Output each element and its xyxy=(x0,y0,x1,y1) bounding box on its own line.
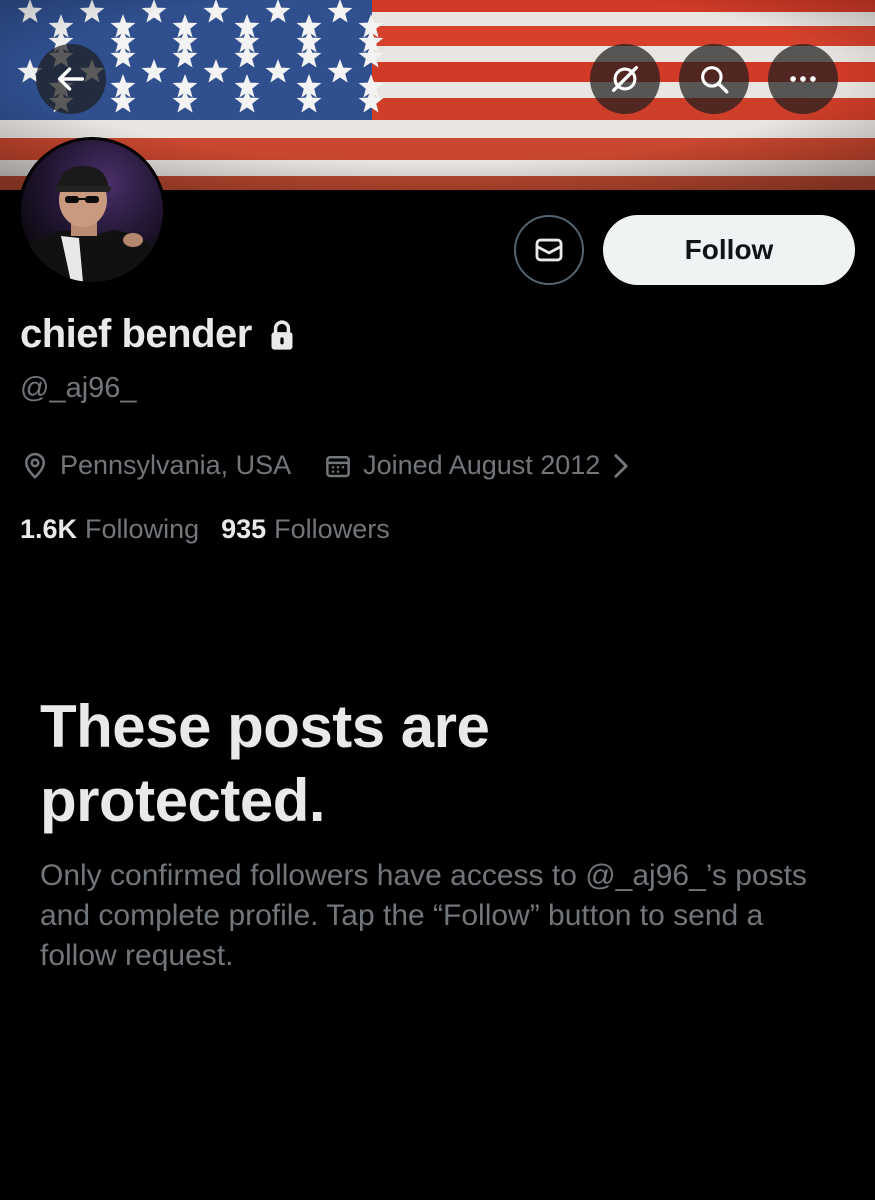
avatar[interactable] xyxy=(18,137,166,285)
chevron-right-icon xyxy=(612,453,630,479)
profile-meta: Pennsylvania, USA Joined August 2012 xyxy=(20,450,630,481)
name-row: chief bender xyxy=(20,312,296,357)
joined-text: Joined August 2012 xyxy=(363,450,601,480)
following-label: Following xyxy=(85,514,200,544)
handle: @_aj96_ xyxy=(20,372,137,404)
more-button[interactable] xyxy=(768,44,838,114)
follow-button[interactable]: Follow xyxy=(603,215,855,285)
joined-date[interactable]: Joined August 2012 xyxy=(323,450,630,481)
search-button[interactable] xyxy=(679,44,749,114)
arrow-left-icon xyxy=(57,67,85,91)
message-button[interactable] xyxy=(514,215,584,285)
following-count: 1.6K xyxy=(20,514,78,544)
followers-label: Followers xyxy=(274,514,390,544)
calendar-icon xyxy=(323,451,353,481)
more-horizontal-icon xyxy=(790,76,816,82)
protected-title: These posts are protected. xyxy=(40,693,490,834)
location: Pennsylvania, USA xyxy=(20,450,291,481)
lock-icon xyxy=(268,318,296,352)
followers-count: 935 xyxy=(221,514,267,544)
location-text: Pennsylvania, USA xyxy=(60,450,292,480)
grok-icon xyxy=(611,65,639,93)
follow-stats: 1.6K Following 935 Followers xyxy=(20,514,390,545)
followers-stat[interactable]: 935 Followers xyxy=(221,514,390,545)
following-stat[interactable]: 1.6K Following xyxy=(20,514,199,545)
back-button[interactable] xyxy=(36,44,106,114)
protected-description: Only confirmed followers have access to … xyxy=(40,859,807,972)
grok-button[interactable] xyxy=(590,44,660,114)
display-name: chief bender xyxy=(20,312,252,356)
location-pin-icon xyxy=(20,451,50,481)
avatar-photo xyxy=(21,140,163,282)
mail-icon xyxy=(535,238,563,262)
search-icon xyxy=(701,66,729,94)
